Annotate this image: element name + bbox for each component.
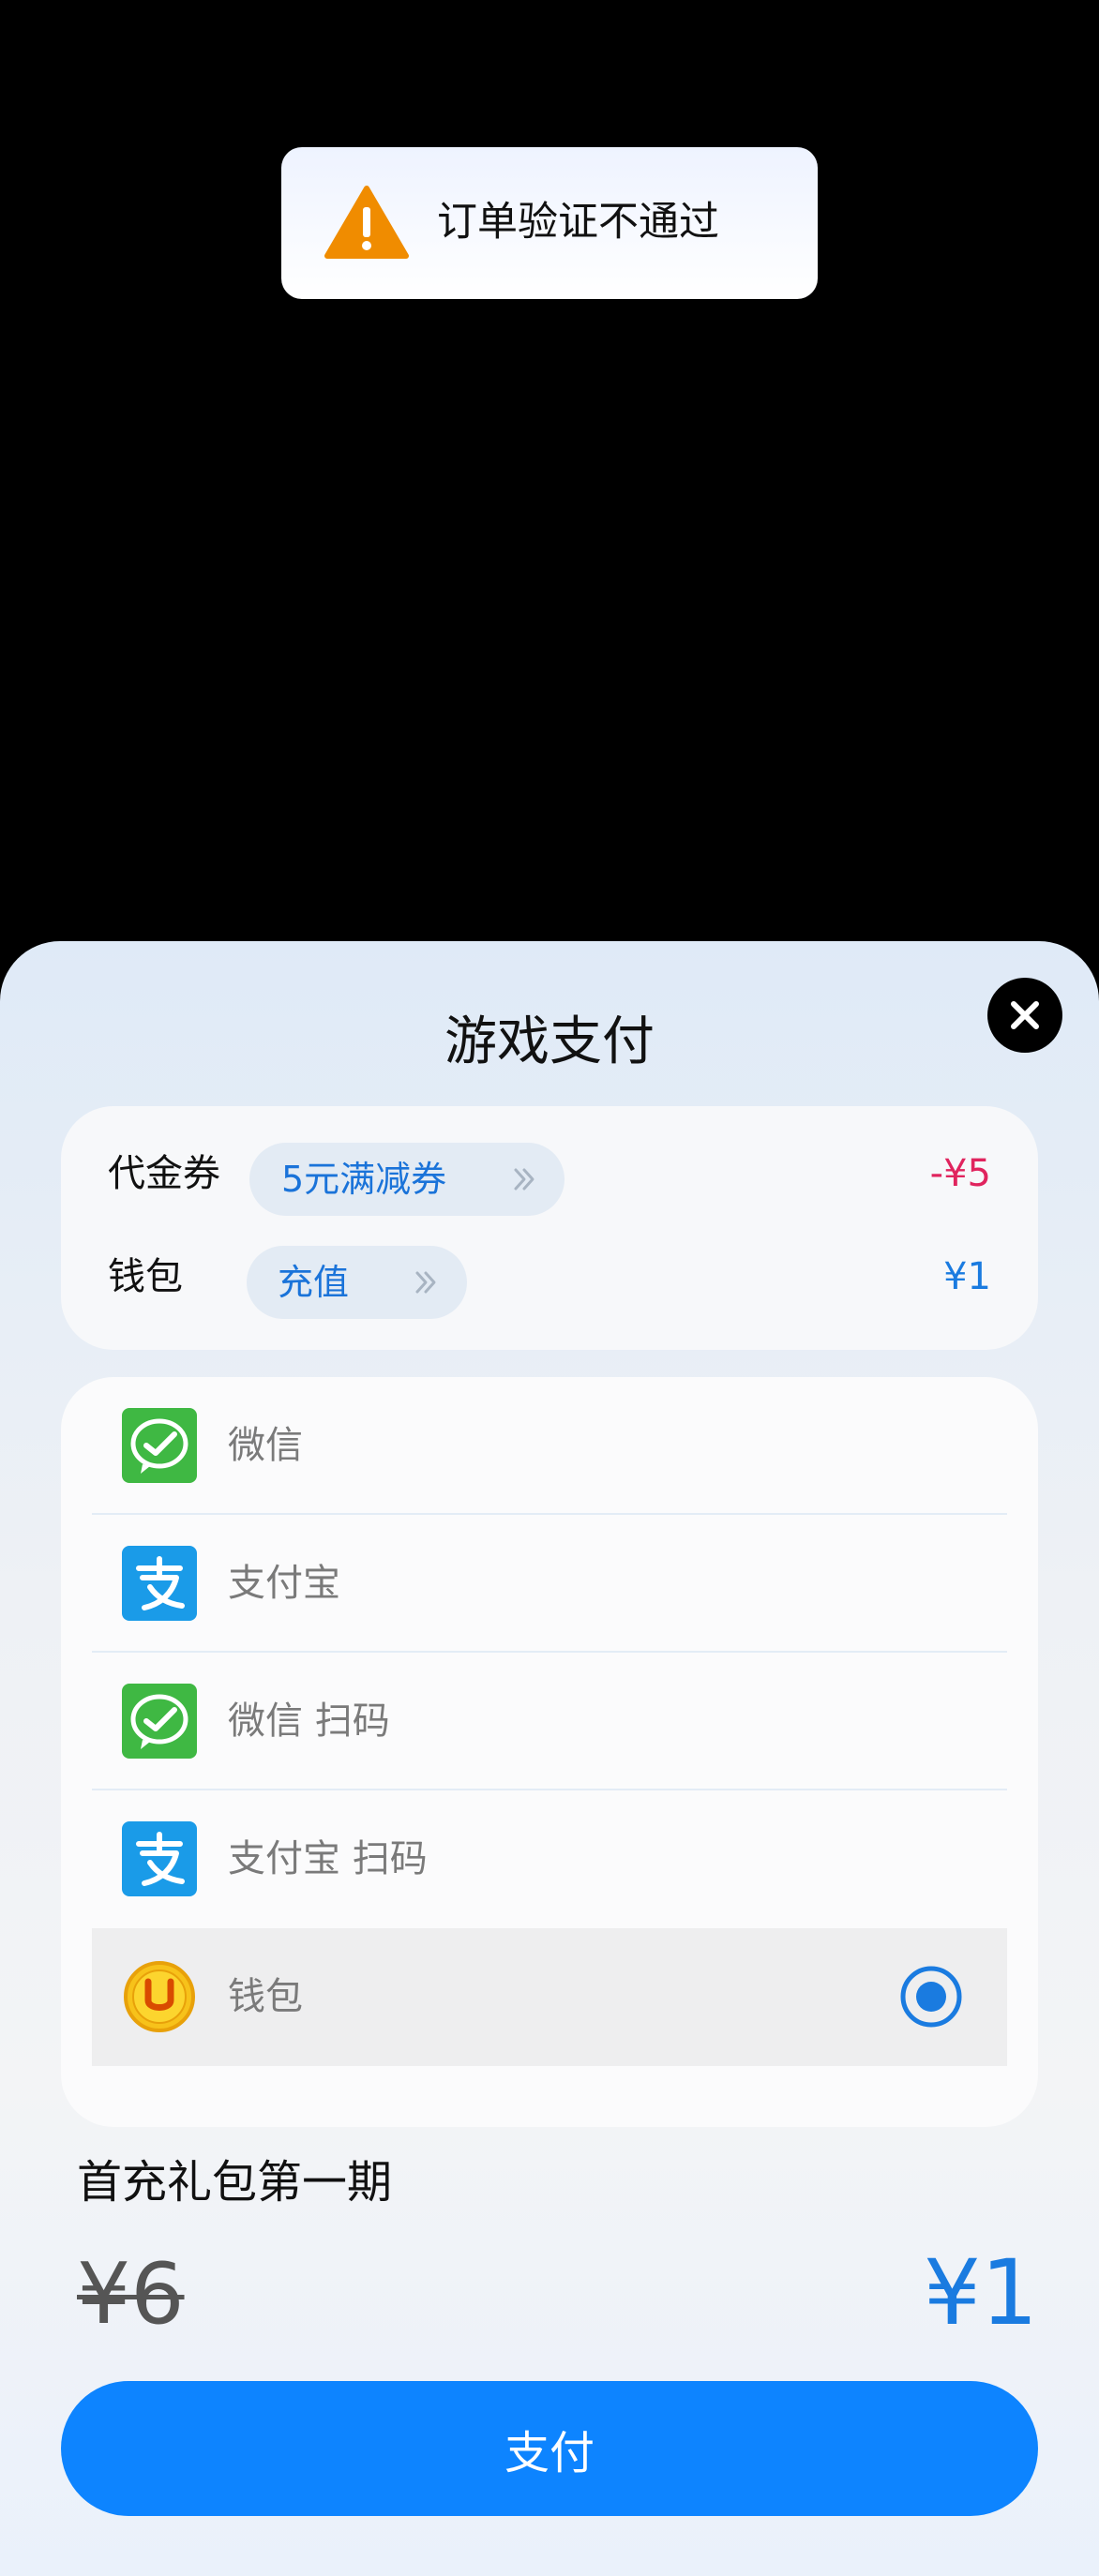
- wallet-label: 钱包: [108, 1255, 183, 1298]
- pay-button[interactable]: 支付: [61, 2381, 1038, 2516]
- voucher-pill-text: 5元满减券: [281, 1159, 447, 1200]
- original-price: ¥6: [77, 2245, 185, 2344]
- payment-sheet: 游戏支付 代金券 5元满减券 -¥5 钱包 充值 ¥1 微信 支付宝 微信 扫码…: [0, 941, 1099, 2576]
- wallet-balance: ¥1: [943, 1255, 991, 1298]
- voucher-pill[interactable]: 5元满减券: [249, 1143, 565, 1216]
- voucher-value: -¥5: [929, 1152, 991, 1195]
- double-chevron-right-icon: [415, 1271, 436, 1294]
- final-price: ¥1: [923, 2240, 1038, 2345]
- payment-method-wallet[interactable]: 钱包: [92, 1928, 1007, 2066]
- close-button[interactable]: [987, 978, 1062, 1053]
- sheet-title: 游戏支付: [444, 1011, 655, 1072]
- payment-method-label: 支付宝: [228, 1562, 340, 1605]
- recharge-pill[interactable]: 充值: [247, 1246, 467, 1319]
- payment-method-wechat[interactable]: 微信: [92, 1377, 1007, 1515]
- voucher-label: 代金券: [108, 1152, 220, 1195]
- payment-method-alipay[interactable]: 支付宝: [92, 1515, 1007, 1653]
- double-chevron-right-icon: [514, 1168, 534, 1191]
- payment-method-label: 微信 扫码: [228, 1700, 390, 1743]
- toast-message: 订单验证不通过: [437, 199, 719, 246]
- payment-method-wechat-scan[interactable]: 微信 扫码: [92, 1653, 1007, 1790]
- discount-card: 代金券 5元满减券 -¥5 钱包 充值 ¥1: [61, 1106, 1038, 1350]
- warning-triangle-icon: [324, 186, 409, 259]
- alipay-icon: [122, 1546, 197, 1621]
- payment-method-label: 支付宝 扫码: [228, 1837, 428, 1880]
- close-icon: [1011, 1001, 1039, 1029]
- product-name: 首充礼包第一期: [77, 2156, 393, 2209]
- payment-methods-card: 微信 支付宝 微信 扫码 支付宝 扫码 钱包: [61, 1377, 1038, 2127]
- alipay-icon: [122, 1821, 197, 1896]
- wechat-icon: [122, 1684, 197, 1759]
- payment-method-label: 钱包: [228, 1975, 303, 2018]
- recharge-pill-text: 充值: [278, 1262, 350, 1303]
- wechat-icon: [122, 1408, 197, 1483]
- wallet-coin-icon: [124, 1961, 195, 2032]
- payment-method-alipay-scan[interactable]: 支付宝 扫码: [92, 1790, 1007, 1928]
- payment-method-label: 微信: [228, 1424, 303, 1467]
- radio-selected-icon[interactable]: [900, 1966, 962, 2028]
- error-toast: 订单验证不通过: [281, 147, 818, 299]
